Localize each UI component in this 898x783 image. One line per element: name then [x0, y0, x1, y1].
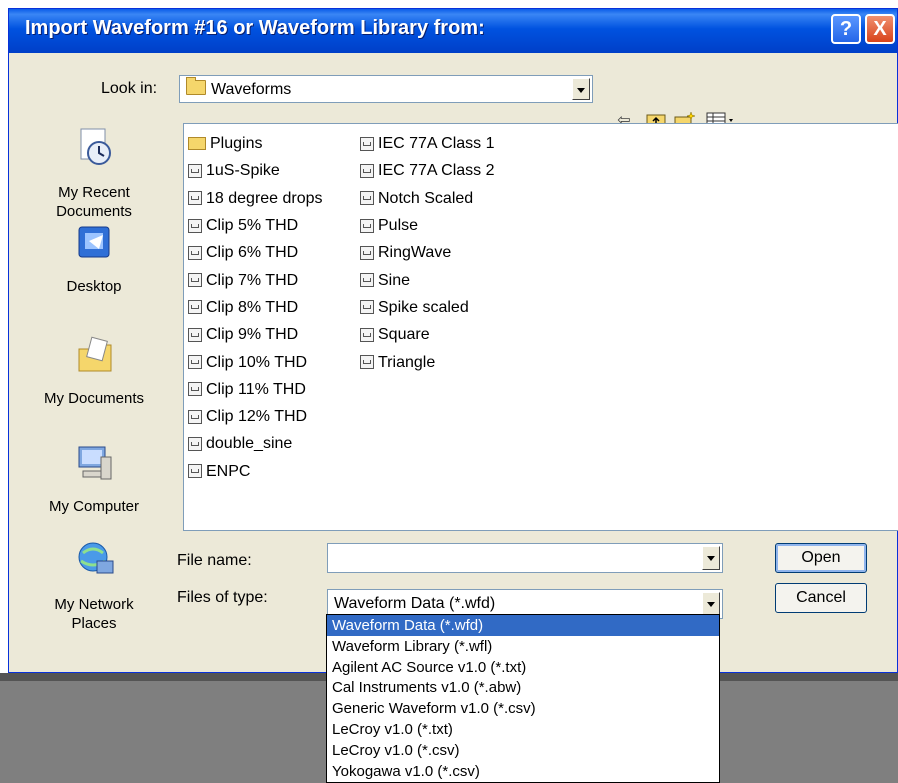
- look-in-combo[interactable]: Waveforms: [179, 75, 593, 103]
- file-item[interactable]: Sine: [360, 266, 495, 293]
- file-item[interactable]: Pulse: [360, 212, 495, 239]
- look-in-dropdown-arrow[interactable]: [572, 78, 590, 100]
- file-type-option[interactable]: LeCroy v1.0 (*.txt): [327, 719, 719, 740]
- file-item[interactable]: Clip 6% THD: [188, 239, 323, 266]
- file-item[interactable]: Clip 10% THD: [188, 348, 323, 375]
- file-item[interactable]: Square: [360, 321, 495, 348]
- waveform-file-icon: [360, 218, 374, 233]
- waveform-file-icon: [360, 300, 374, 315]
- file-item[interactable]: Clip 9% THD: [188, 321, 323, 348]
- files-of-type-label: Files of type:: [177, 589, 268, 606]
- file-item[interactable]: IEC 77A Class 1: [360, 130, 495, 157]
- file-column-1: Plugins 1uS-Spike 18 degree drops Clip 5…: [188, 130, 323, 485]
- file-item[interactable]: double_sine: [188, 430, 323, 457]
- file-type-option[interactable]: Waveform Library (*.wfl): [327, 636, 719, 657]
- file-column-2: IEC 77A Class 1 IEC 77A Class 2 Notch Sc…: [360, 130, 495, 376]
- waveform-file-icon: [360, 136, 374, 151]
- waveform-file-icon: [188, 191, 202, 206]
- waveform-file-icon: [188, 464, 202, 479]
- file-item[interactable]: IEC 77A Class 2: [360, 157, 495, 184]
- file-type-option[interactable]: LeCroy v1.0 (*.csv): [327, 740, 719, 761]
- place-desktop[interactable]: Desktop: [19, 277, 169, 296]
- waveform-file-icon: [188, 245, 202, 260]
- file-item[interactable]: 1uS-Spike: [188, 157, 323, 184]
- waveform-file-icon: [188, 409, 202, 424]
- waveform-file-icon: [188, 273, 202, 288]
- look-in-value: Waveforms: [186, 77, 291, 99]
- file-item[interactable]: Clip 5% THD: [188, 212, 323, 239]
- waveform-file-icon: [360, 327, 374, 342]
- file-type-option[interactable]: Agilent AC Source v1.0 (*.txt): [327, 657, 719, 678]
- waveform-file-icon: [360, 273, 374, 288]
- place-my-computer[interactable]: My Computer: [19, 497, 169, 516]
- file-item[interactable]: Triangle: [360, 348, 495, 375]
- files-of-type-dropdown-arrow[interactable]: [702, 592, 720, 616]
- place-recent-documents[interactable]: My Recent Documents: [19, 183, 169, 221]
- files-of-type-value: Waveform Data (*.wfd): [334, 595, 496, 612]
- file-type-dropdown-list: Waveform Data (*.wfd) Waveform Library (…: [326, 614, 720, 783]
- waveform-file-icon: [188, 355, 202, 370]
- waveform-file-icon: [188, 163, 202, 178]
- file-list[interactable]: Plugins 1uS-Spike 18 degree drops Clip 5…: [183, 123, 898, 531]
- waveform-file-icon: [360, 355, 374, 370]
- file-type-option[interactable]: Generic Waveform v1.0 (*.csv): [327, 698, 719, 719]
- file-name-dropdown-arrow[interactable]: [702, 546, 720, 570]
- file-item[interactable]: ENPC: [188, 458, 323, 485]
- network-places-icon[interactable]: [75, 539, 115, 579]
- file-type-option[interactable]: Yokogawa v1.0 (*.csv): [327, 761, 719, 782]
- place-my-documents[interactable]: My Documents: [19, 389, 169, 408]
- folder-icon: [186, 77, 206, 95]
- dialog-title: Import Waveform #16 or Waveform Library …: [25, 17, 485, 39]
- file-item[interactable]: Clip 11% THD: [188, 376, 323, 403]
- waveform-file-icon: [188, 300, 202, 315]
- place-network-places[interactable]: My Network Places: [19, 595, 169, 633]
- file-item[interactable]: Clip 7% THD: [188, 266, 323, 293]
- waveform-file-icon: [360, 245, 374, 260]
- file-type-option[interactable]: Waveform Data (*.wfd): [327, 615, 719, 636]
- close-button[interactable]: X: [865, 14, 895, 44]
- waveform-file-icon: [188, 218, 202, 233]
- waveform-file-icon: [360, 191, 374, 206]
- folder-icon: [188, 137, 206, 151]
- file-item[interactable]: Notch Scaled: [360, 185, 495, 212]
- file-item[interactable]: Clip 12% THD: [188, 403, 323, 430]
- help-button[interactable]: ?: [831, 14, 861, 44]
- file-item[interactable]: Clip 8% THD: [188, 294, 323, 321]
- waveform-file-icon: [188, 382, 202, 397]
- desktop-icon[interactable]: [75, 223, 115, 263]
- open-button[interactable]: Open: [775, 543, 867, 573]
- waveform-file-icon: [188, 436, 202, 451]
- file-name-input[interactable]: [327, 543, 723, 573]
- recent-documents-icon[interactable]: [75, 127, 115, 167]
- file-item[interactable]: RingWave: [360, 239, 495, 266]
- import-dialog: Import Waveform #16 or Waveform Library …: [8, 8, 898, 673]
- title-bar[interactable]: Import Waveform #16 or Waveform Library …: [9, 9, 897, 53]
- my-documents-icon[interactable]: [75, 335, 115, 375]
- my-computer-icon[interactable]: [75, 443, 115, 483]
- file-item[interactable]: Spike scaled: [360, 294, 495, 321]
- file-type-option[interactable]: Cal Instruments v1.0 (*.abw): [327, 677, 719, 698]
- folder-item[interactable]: Plugins: [188, 130, 323, 157]
- waveform-file-icon: [360, 163, 374, 178]
- waveform-file-icon: [188, 327, 202, 342]
- look-in-label: Look in:: [101, 80, 158, 97]
- cancel-button[interactable]: Cancel: [775, 583, 867, 613]
- file-name-label: File name:: [177, 552, 252, 569]
- file-item[interactable]: 18 degree drops: [188, 185, 323, 212]
